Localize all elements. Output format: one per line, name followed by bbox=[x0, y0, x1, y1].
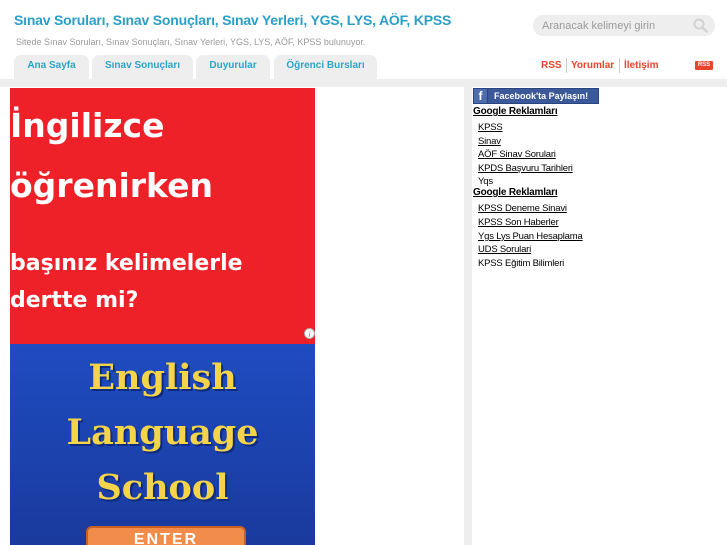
info-icon[interactable]: i bbox=[304, 328, 315, 339]
ad-link[interactable]: UDS Sorulari bbox=[478, 244, 531, 255]
iletisim-link[interactable]: İletişim bbox=[624, 60, 658, 71]
ad-headline-2: öğrenirken bbox=[10, 166, 213, 205]
ad-enter-button[interactable]: ENTER bbox=[86, 526, 246, 545]
search-box bbox=[533, 15, 715, 36]
facebook-share-button[interactable]: f Facebook'ta Paylaşın! bbox=[473, 88, 599, 104]
rss-link[interactable]: RSS bbox=[541, 60, 562, 71]
ad-link[interactable]: AÖF Sinav Sorulari bbox=[478, 149, 556, 160]
ad-school-line-2: Language bbox=[66, 412, 259, 453]
ad-school-line-1: English bbox=[88, 357, 237, 398]
ad-link[interactable]: Yqs bbox=[478, 176, 493, 187]
ad-link[interactable]: KPSS Eğitim Bilimleri bbox=[478, 258, 564, 269]
rss-feed-icon[interactable]: RSS bbox=[695, 61, 713, 70]
tab-sinav-sonuclari[interactable]: Sınav Sonuçları bbox=[92, 55, 193, 80]
ad-bottom-panel: English Language School bbox=[10, 344, 315, 545]
search-button[interactable] bbox=[692, 17, 709, 34]
magnifier-icon bbox=[693, 18, 708, 33]
ad-link[interactable]: KPSS Deneme Sinavi bbox=[478, 203, 567, 214]
search-input[interactable] bbox=[542, 18, 682, 33]
tab-ogrenci-burslari[interactable]: Öğrenci Bursları bbox=[274, 55, 377, 80]
ad-headline-3: başınız kelimelerle bbox=[10, 251, 243, 276]
site-description: Sitede Sınav Soruları, Sınav Sonuçları, … bbox=[16, 37, 366, 47]
ad-link[interactable]: Ygs Lys Puan Hesaplama bbox=[478, 231, 583, 242]
ad-link[interactable]: KPDS Başvuru Tarihleri bbox=[478, 163, 573, 174]
tab-ana-sayfa[interactable]: Ana Sayfa bbox=[14, 55, 89, 80]
ad-group-heading[interactable]: Google Reklamları bbox=[473, 187, 558, 198]
ad-school-line-3: School bbox=[96, 467, 229, 508]
yorumlar-link[interactable]: Yorumlar bbox=[571, 60, 614, 71]
nav-bar bbox=[0, 79, 727, 87]
link-divider bbox=[619, 58, 620, 73]
ad-headline-1: İngilizce bbox=[10, 106, 165, 145]
ad-link[interactable]: Sinav bbox=[478, 136, 501, 147]
ad-banner[interactable]: İngilizce öğrenirken başınız kelimelerle… bbox=[10, 88, 315, 545]
facebook-icon: f bbox=[474, 89, 488, 103]
ad-headline-4: dertte mi? bbox=[10, 288, 139, 313]
ad-top-panel: İngilizce öğrenirken başınız kelimelerle… bbox=[10, 88, 315, 344]
site-title[interactable]: Sınav Soruları, Sınav Sonuçları, Sınav Y… bbox=[14, 12, 451, 28]
facebook-share-label: Facebook'ta Paylaşın! bbox=[494, 91, 589, 101]
ad-link[interactable]: KPSS bbox=[478, 122, 503, 133]
column-gap bbox=[464, 87, 472, 545]
ad-group-heading[interactable]: Google Reklamları bbox=[473, 106, 558, 117]
tab-duyurular[interactable]: Duyurular bbox=[196, 55, 270, 80]
ad-link[interactable]: KPSS Son Haberler bbox=[478, 217, 559, 228]
link-divider bbox=[566, 58, 567, 73]
